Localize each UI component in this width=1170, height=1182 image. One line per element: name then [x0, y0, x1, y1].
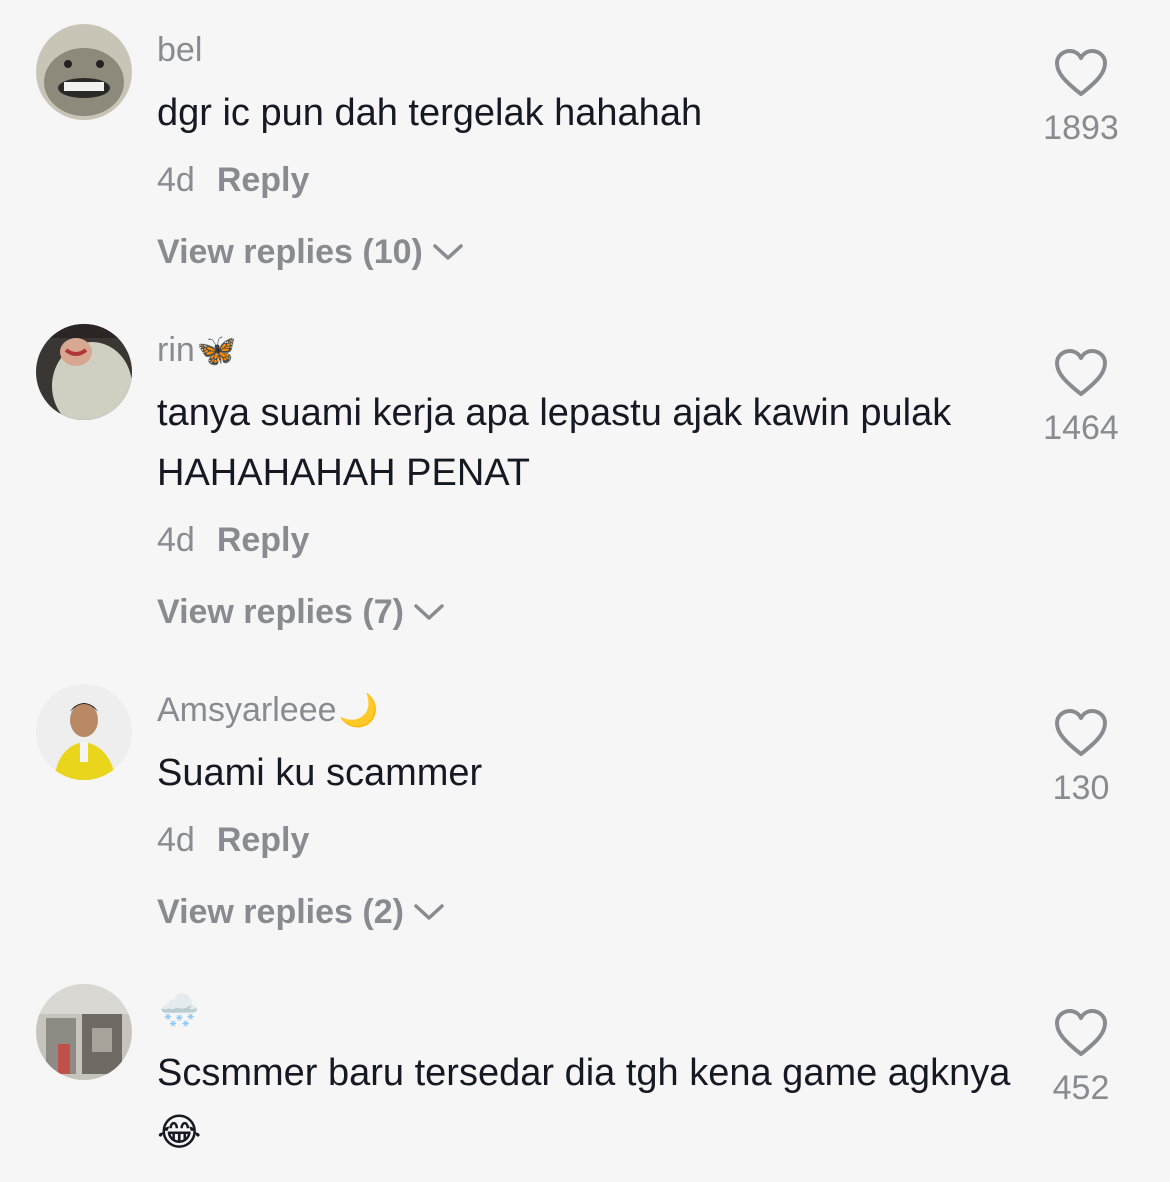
heart-outline-icon [1055, 49, 1107, 96]
reply-button[interactable]: Reply [217, 521, 310, 559]
comment-age: 4d [157, 521, 195, 559]
view-replies-label: View replies (2) [157, 893, 404, 931]
view-replies-button[interactable]: View replies (2) [157, 892, 446, 932]
username-text: bel [157, 31, 203, 69]
like-count: 1464 [1043, 409, 1119, 447]
reply-button[interactable]: Reply [217, 821, 310, 859]
view-replies-button[interactable]: View replies (10) [157, 232, 465, 272]
comment-text: tanya suami kerja apa lepastu ajak kawin… [157, 392, 952, 494]
username[interactable]: Amsyarleee🌙 [157, 690, 378, 730]
username-text: Amsyarleee [157, 691, 337, 729]
man-yellow-jacket-avatar-icon [36, 684, 132, 780]
reply-button[interactable]: Reply [217, 161, 310, 199]
comment-text: Scsmmer baru tersedar dia tgh kena game … [157, 1052, 1011, 1154]
avatar[interactable] [36, 324, 132, 420]
avatar[interactable] [36, 684, 132, 780]
avatar[interactable] [36, 24, 132, 120]
chevron-down-icon [414, 604, 444, 620]
view-replies-button[interactable]: View replies (7) [157, 592, 446, 632]
heart-outline-icon [1055, 349, 1107, 396]
like-count: 130 [1052, 769, 1110, 807]
username[interactable]: bel [157, 30, 202, 70]
chevron-down-icon [414, 904, 444, 920]
comment-text: dgr ic pun dah tergelak hahahah [157, 92, 703, 134]
moon-emoji: 🌙 [338, 692, 379, 728]
like-button[interactable]: 1893 [1026, 48, 1136, 148]
comment-meta: 4d Reply [157, 520, 309, 560]
username[interactable]: rin🦋 [157, 330, 237, 370]
like-button[interactable]: 452 [1026, 1008, 1136, 1108]
snow-cloud-emoji: 🌨️ [159, 992, 199, 1028]
hijab-selfie-avatar-icon [36, 324, 132, 420]
comment-meta: 4d Reply [157, 160, 309, 200]
like-button[interactable]: 1464 [1026, 348, 1136, 448]
like-button[interactable]: 130 [1026, 708, 1136, 808]
heart-outline-icon [1055, 1009, 1107, 1056]
like-count: 452 [1052, 1069, 1110, 1107]
smiling-animal-avatar-icon [36, 24, 132, 120]
username[interactable]: 🌨️ [157, 990, 199, 1030]
comment-age: 4d [157, 821, 195, 859]
building-photo-avatar-icon [36, 984, 132, 1080]
comment-meta: 4d Reply [157, 820, 309, 860]
comment-text: Suami ku scammer [157, 752, 483, 794]
heart-outline-icon [1055, 709, 1107, 756]
butterfly-emoji: 🦋 [196, 332, 237, 368]
username-text: rin [157, 331, 195, 369]
comment-age: 4d [157, 161, 195, 199]
view-replies-label: View replies (7) [157, 593, 404, 631]
chevron-down-icon [433, 244, 463, 260]
view-replies-label: View replies (10) [157, 233, 423, 271]
like-count: 1893 [1043, 109, 1119, 147]
avatar[interactable] [36, 984, 132, 1080]
